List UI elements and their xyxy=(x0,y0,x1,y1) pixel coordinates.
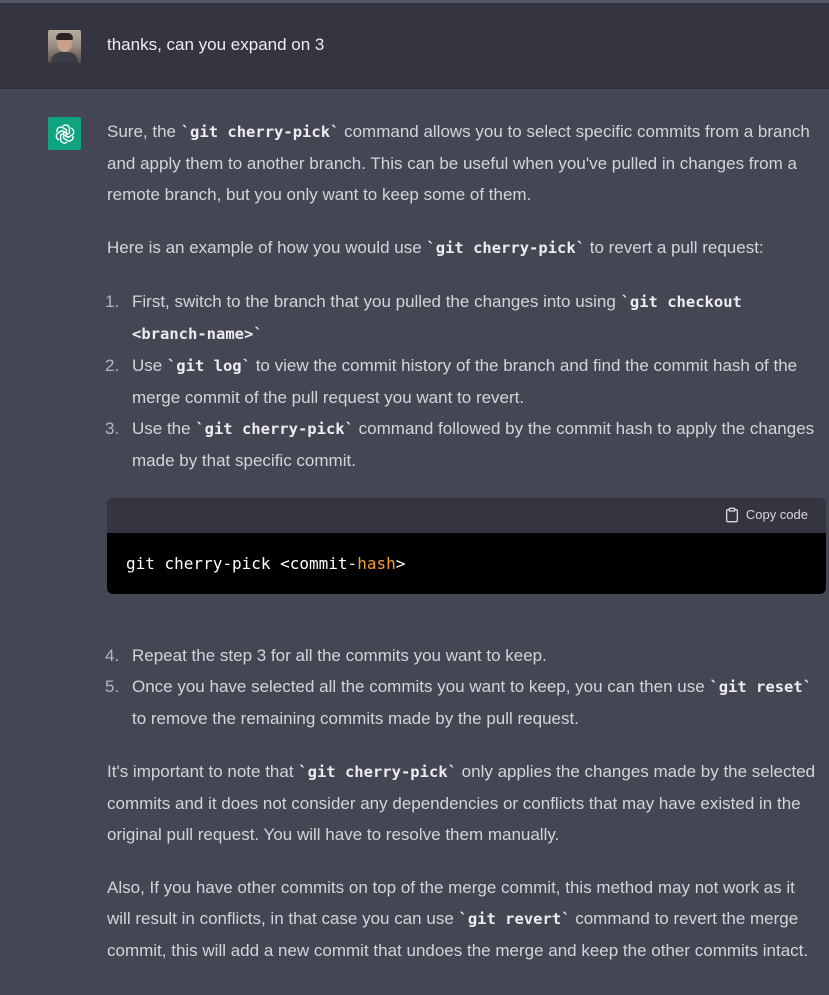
intro-paragraph: Sure, the `git cherry-pick` command allo… xyxy=(107,116,823,210)
list-item: 3. Use the `git cherry-pick` command foll… xyxy=(105,413,823,476)
step-text: Use xyxy=(132,356,167,375)
clipboard-icon xyxy=(725,507,738,523)
list-number: 4. xyxy=(105,646,120,665)
code-highlight: hash xyxy=(357,554,396,573)
list-item: 4. Repeat the step 3 for all the commits … xyxy=(105,640,823,671)
inline-code: `git revert` xyxy=(458,910,571,928)
avatar-hair xyxy=(56,33,73,40)
openai-logo-icon xyxy=(48,117,81,150)
list-number: 1. xyxy=(105,292,120,311)
inline-code: `git reset` xyxy=(709,678,813,696)
example-paragraph: Here is an example of how you would use … xyxy=(107,232,823,264)
list-number: 3. xyxy=(105,419,120,438)
steps-list-part-1: 1. First, switch to the branch that you p… xyxy=(105,286,823,476)
inline-code: `git cherry-pick` xyxy=(426,239,586,257)
step-text-rest: to remove the remaining commits made by … xyxy=(132,709,579,728)
inline-code: `git cherry-pick` xyxy=(298,763,457,781)
inline-code: `git log` xyxy=(166,357,251,375)
note-paragraph: It's important to note that `git cherry-… xyxy=(107,756,823,850)
list-item: 5. Once you have selected all the commits… xyxy=(105,671,823,734)
example-text: Here is an example of how you would use xyxy=(107,238,427,257)
step-text: Once you have selected all the commits y… xyxy=(132,677,710,696)
code-text: git cherry-pick <commit- xyxy=(126,554,358,573)
copy-code-label: Copy code xyxy=(745,507,808,522)
avatar-shirt xyxy=(51,52,78,63)
note-text: It's important to note that xyxy=(107,762,299,781)
list-number: 5. xyxy=(105,677,120,696)
list-item: 1. First, switch to the branch that you p… xyxy=(105,286,823,350)
inline-code: `git cherry-pick` xyxy=(195,420,354,438)
user-message-row: thanks, can you expand on 3 xyxy=(0,3,829,89)
step-text: First, switch to the branch that you pul… xyxy=(132,292,621,311)
steps-list-part-2: 4. Repeat the step 3 for all the commits … xyxy=(105,640,823,734)
final-paragraph: Also, If you have other commits on top o… xyxy=(107,872,823,966)
code-block: Copy code git cherry-pick <commit-hash > xyxy=(107,498,826,594)
inline-code: `git cherry-pick` xyxy=(180,123,340,141)
user-avatar xyxy=(48,30,81,63)
code-text-end: > xyxy=(395,554,406,573)
assistant-message-content: Sure, the `git cherry-pick` command allo… xyxy=(105,116,826,966)
list-item: 2. Use `git log` to view the commit histo… xyxy=(105,350,823,413)
step-text: Use the xyxy=(132,419,196,438)
example-text-rest: to revert a pull request: xyxy=(585,238,764,257)
code-block-header: Copy code xyxy=(107,498,826,533)
intro-text: Sure, the xyxy=(107,122,181,141)
step-text: Repeat the step 3 for all the commits yo… xyxy=(132,646,547,665)
list-number: 2. xyxy=(105,356,120,375)
user-message-text: thanks, can you expand on 3 xyxy=(107,35,325,54)
copy-code-button[interactable]: Copy code xyxy=(724,506,808,524)
assistant-message-row: Sure, the `git cherry-pick` command allo… xyxy=(0,89,829,995)
code-block-body: git cherry-pick <commit-hash > xyxy=(107,533,826,594)
